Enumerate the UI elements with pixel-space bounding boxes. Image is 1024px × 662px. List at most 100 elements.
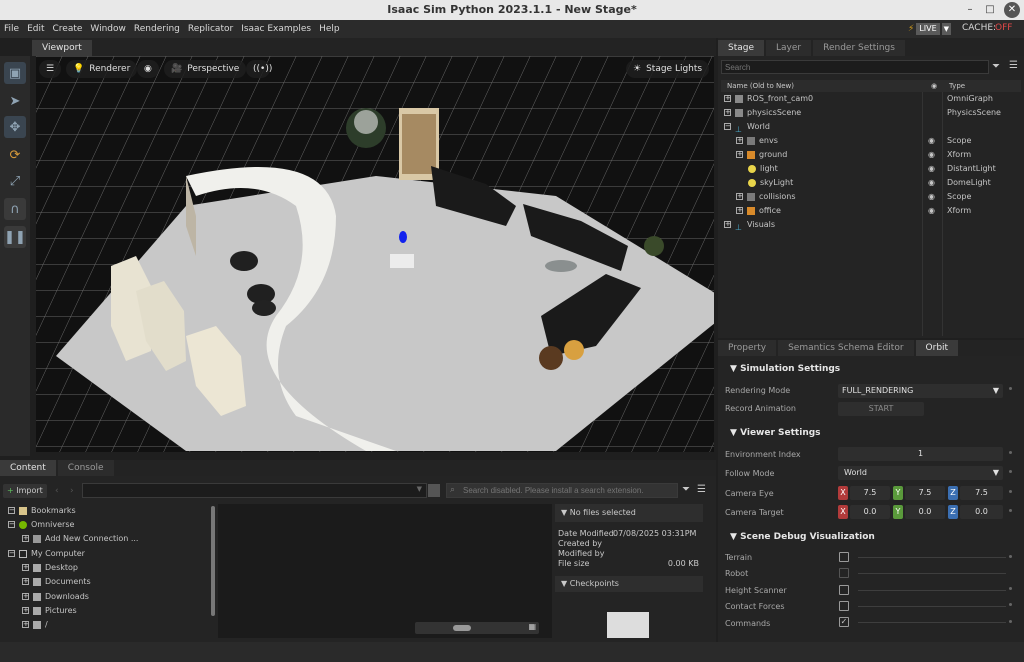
cache-status[interactable]: OFF [995, 23, 1012, 33]
plant-2 [644, 236, 664, 256]
tree-scrollbar[interactable] [211, 506, 215, 616]
stage-row[interactable]: + physicsScene PhysicsScene [718, 106, 1024, 120]
stage-row[interactable]: + envs ◉ Scope [718, 134, 1024, 148]
tab-layer[interactable]: Layer [766, 40, 812, 56]
tab-stage[interactable]: Stage [718, 40, 765, 56]
camera-target-x[interactable]: 0.0 [850, 505, 890, 519]
menu-create[interactable]: Create [49, 24, 87, 34]
tab-content[interactable]: Content [0, 460, 56, 476]
cube-select-icon[interactable]: ▣ [4, 62, 26, 84]
stage-row[interactable]: + office ◉ Xform [718, 204, 1024, 218]
camera-target-y[interactable]: 0.0 [905, 505, 945, 519]
robot [390, 254, 414, 268]
light-icon [748, 178, 756, 187]
settings-sliders-icon[interactable]: ☰ [39, 60, 61, 78]
menu-replicator[interactable]: Replicator [184, 24, 237, 34]
camera-eye-z[interactable]: 7.5 [960, 486, 1003, 500]
pause-icon[interactable]: ❚❚ [4, 226, 26, 248]
tree-add-connection[interactable]: + Add New Connection ... [0, 532, 216, 546]
no-files-header[interactable]: ▼ No files selected [555, 504, 703, 522]
stage-search-input[interactable] [721, 60, 989, 74]
menu-edit[interactable]: Edit [23, 24, 48, 34]
renderer-button[interactable]: 💡 Renderer [66, 60, 138, 78]
camera-target-z[interactable]: 0.0 [960, 505, 1003, 519]
camera-eye-y[interactable]: 7.5 [905, 486, 945, 500]
menu-icon[interactable]: ☰ [1009, 60, 1018, 71]
broadcast-icon[interactable]: ((•)) [246, 60, 272, 78]
chevron-down-icon: ▼ [416, 485, 422, 493]
stage-lights-button[interactable]: ☀ Stage Lights [626, 60, 710, 78]
tree-documents[interactable]: + Documents [0, 575, 216, 589]
tree-root[interactable]: + / [0, 618, 216, 632]
stage-row[interactable]: + ⊥ Visuals [718, 218, 1024, 232]
start-button[interactable]: START [838, 402, 924, 416]
live-toggle[interactable]: ⚡ LIVE ▼ [908, 23, 952, 35]
env-index-input[interactable]: 1 [838, 447, 1003, 461]
robot-checkbox[interactable] [839, 568, 849, 578]
x-axis-label: X [838, 505, 848, 519]
y-axis-label: Y [893, 505, 903, 519]
stage-row[interactable]: + ground ◉ Xform [718, 148, 1024, 162]
commands-checkbox-checked[interactable]: ✓ [839, 617, 849, 627]
height-scanner-checkbox[interactable] [839, 585, 849, 595]
menu-icon[interactable]: ☰ [697, 484, 706, 495]
filter-icon[interactable]: ⏷ [682, 484, 690, 495]
tab-console[interactable]: Console [57, 460, 114, 476]
rendering-mode-label: Rendering Mode [725, 386, 791, 395]
contact-forces-checkbox[interactable] [839, 601, 849, 611]
tab-semantics-schema-editor[interactable]: Semantics Schema Editor [778, 340, 914, 356]
zoom-slider[interactable]: ▦ [415, 622, 539, 634]
import-button[interactable]: + Import [3, 484, 47, 498]
tree-desktop[interactable]: + Desktop [0, 561, 216, 575]
env-index-label: Environment Index [725, 450, 801, 459]
tab-render-settings[interactable]: Render Settings [813, 40, 905, 56]
stage-row[interactable]: skyLight ◉ DomeLight [718, 176, 1024, 190]
terrain-checkbox[interactable] [839, 552, 849, 562]
tree-downloads[interactable]: + Downloads [0, 590, 216, 604]
snap-magnet-icon[interactable]: ∩ [4, 198, 26, 220]
menu-help[interactable]: Help [315, 24, 344, 34]
menu-window[interactable]: Window [86, 24, 130, 34]
eye-icon[interactable]: ◉ [137, 60, 159, 78]
tree-bookmarks[interactable]: − Bookmarks [0, 504, 216, 518]
tab-viewport[interactable]: Viewport [32, 40, 92, 56]
checkpoints-header[interactable]: ▼ Checkpoints [555, 576, 703, 592]
tree-omniverse[interactable]: − Omniverse [0, 518, 216, 532]
tree-my-computer[interactable]: − My Computer [0, 547, 216, 561]
forward-arrow-icon[interactable]: › [70, 486, 74, 496]
menu-isaac-examples[interactable]: Isaac Examples [237, 24, 315, 34]
filter-icon[interactable]: ⏷ [992, 61, 1000, 72]
follow-mode-select[interactable]: World ▼ [838, 466, 1003, 480]
globe [564, 340, 584, 360]
tab-orbit[interactable]: Orbit [915, 340, 959, 356]
stage-row[interactable]: + collisions ◉ Scope [718, 190, 1024, 204]
visibility-eye-icon: ◉ [928, 206, 935, 215]
rendering-mode-select[interactable]: FULL_RENDERING ▼ [838, 384, 1003, 398]
col-eye-icon: ◉ [931, 82, 938, 90]
menu-rendering[interactable]: Rendering [130, 24, 184, 34]
move-icon[interactable]: ✥ [4, 116, 26, 138]
viewer-settings-header[interactable]: ▼ Viewer Settings [722, 425, 1018, 441]
path-field[interactable]: ▼ [82, 483, 427, 498]
close-button[interactable]: ✕ [1004, 2, 1020, 18]
content-search-input[interactable] [446, 483, 678, 498]
minimize-button[interactable]: – [962, 2, 978, 18]
viewport-canvas[interactable]: ☰ 💡 Renderer ◉ 🎥 Perspective ((•)) ☀ Sta… [36, 56, 714, 452]
menu-file[interactable]: File [0, 24, 23, 34]
rotate-icon[interactable]: ⟳ [4, 144, 26, 166]
scale-icon[interactable]: ⤢ [4, 170, 26, 192]
tree-pictures[interactable]: + Pictures [0, 604, 216, 618]
camera-eye-x[interactable]: 7.5 [850, 486, 890, 500]
bookmark-icon[interactable] [428, 484, 440, 497]
perspective-button[interactable]: 🎥 Perspective [164, 60, 247, 78]
created-by-label: Created by [558, 539, 603, 548]
tab-property[interactable]: Property [718, 340, 777, 356]
scene-debug-header[interactable]: ▼ Scene Debug Visualization [722, 529, 1018, 545]
stage-row[interactable]: light ◉ DistantLight [718, 162, 1024, 176]
simulation-settings-header[interactable]: ▼ Simulation Settings [722, 361, 1018, 377]
stage-row[interactable]: + ROS_front_cam0 OmniGraph [718, 92, 1024, 106]
stage-row[interactable]: − ⊥ World [718, 120, 1024, 134]
select-arrow-icon[interactable]: ➤ [4, 90, 26, 112]
back-arrow-icon[interactable]: ‹ [55, 486, 59, 496]
maximize-button[interactable]: □ [982, 2, 998, 18]
